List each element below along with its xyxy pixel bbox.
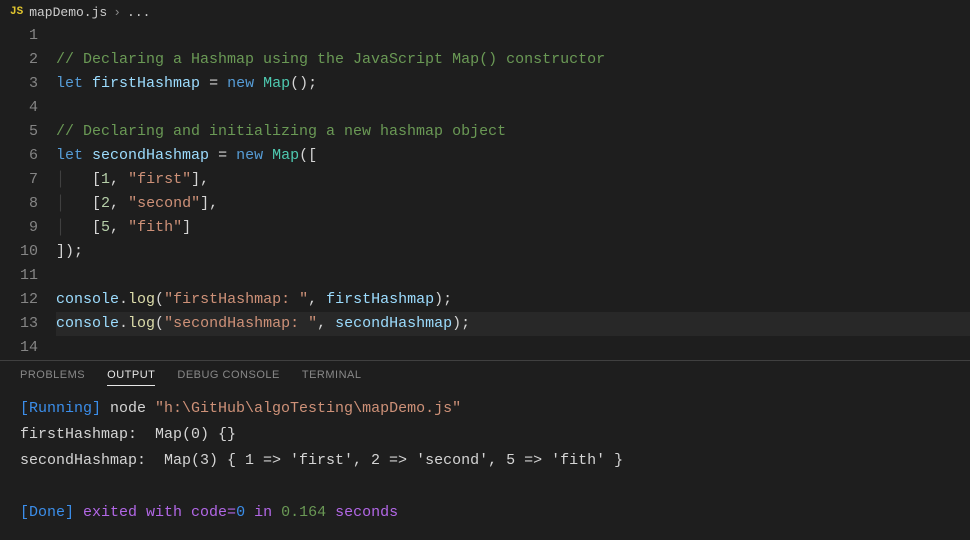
tab-problems[interactable]: PROBLEMS (20, 369, 85, 386)
line-number: 1 (0, 24, 38, 48)
line-number: 11 (0, 264, 38, 288)
code-line[interactable] (56, 24, 970, 48)
tab-output[interactable]: OUTPUT (107, 369, 155, 386)
code-content[interactable]: // Declaring a Hashmap using the JavaScr… (56, 24, 970, 360)
code-line[interactable]: │ [2, "second"], (56, 192, 970, 216)
code-line[interactable] (56, 96, 970, 120)
output-file-path: "h:\GitHub\algoTesting\mapDemo.js" (155, 400, 461, 417)
line-number: 3 (0, 72, 38, 96)
line-number: 6 (0, 144, 38, 168)
code-line-active[interactable]: console.log("secondHashmap: ", secondHas… (56, 312, 970, 336)
line-number: 5 (0, 120, 38, 144)
code-line[interactable]: console.log("firstHashmap: ", firstHashm… (56, 288, 970, 312)
output-content[interactable]: [Running] node "h:\GitHub\algoTesting\ma… (0, 392, 970, 530)
line-number-gutter: 1 2 3 4 5 6 7 8 9 10 11 12 13 14 (0, 24, 56, 360)
code-line[interactable] (56, 336, 970, 360)
code-line[interactable]: // Declaring and initializing a new hash… (56, 120, 970, 144)
code-line[interactable]: │ [5, "fith"] (56, 216, 970, 240)
breadcrumb-dots[interactable]: ... (127, 5, 150, 20)
line-number: 14 (0, 336, 38, 360)
line-number: 12 (0, 288, 38, 312)
bottom-panel: PROBLEMS OUTPUT DEBUG CONSOLE TERMINAL [… (0, 360, 970, 540)
line-number: 2 (0, 48, 38, 72)
line-number: 4 (0, 96, 38, 120)
line-number: 13 (0, 312, 38, 336)
breadcrumb-bar[interactable]: JS mapDemo.js › ... (0, 0, 970, 24)
output-done-tag: [Done] (20, 504, 74, 521)
chevron-right-icon: › (113, 5, 121, 20)
tab-terminal[interactable]: TERMINAL (302, 369, 362, 386)
code-editor[interactable]: 1 2 3 4 5 6 7 8 9 10 11 12 13 14 // Decl… (0, 24, 970, 360)
code-line[interactable]: let secondHashmap = new Map([ (56, 144, 970, 168)
code-line[interactable]: let firstHashmap = new Map(); (56, 72, 970, 96)
code-line[interactable] (56, 264, 970, 288)
line-number: 7 (0, 168, 38, 192)
line-number: 9 (0, 216, 38, 240)
output-line: secondHashmap: Map(3) { 1 => 'first', 2 … (20, 452, 623, 469)
output-running-tag: [Running] (20, 400, 101, 417)
code-line[interactable]: │ [1, "first"], (56, 168, 970, 192)
breadcrumb-filename[interactable]: mapDemo.js (29, 5, 107, 20)
code-line[interactable]: // Declaring a Hashmap using the JavaScr… (56, 48, 970, 72)
js-file-icon: JS (10, 6, 23, 18)
code-line[interactable]: ]); (56, 240, 970, 264)
panel-tab-bar: PROBLEMS OUTPUT DEBUG CONSOLE TERMINAL (0, 361, 970, 392)
line-number: 10 (0, 240, 38, 264)
output-line: firstHashmap: Map(0) {} (20, 426, 236, 443)
tab-debug-console[interactable]: DEBUG CONSOLE (177, 369, 279, 386)
line-number: 8 (0, 192, 38, 216)
